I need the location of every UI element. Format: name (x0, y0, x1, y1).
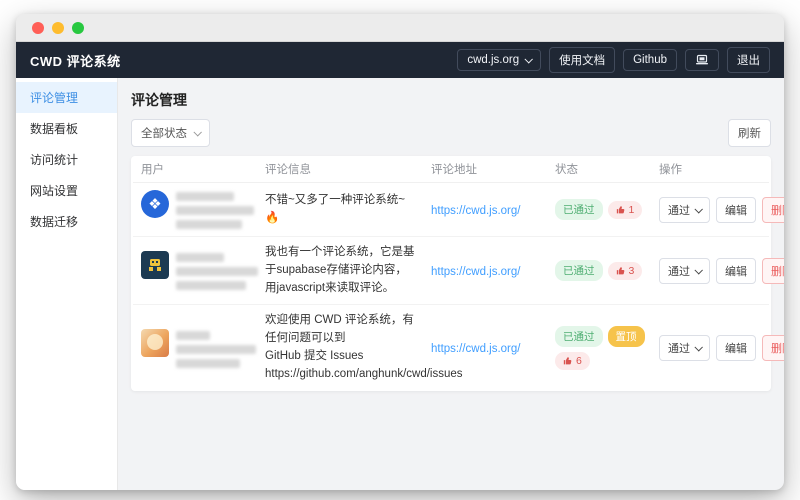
table-row: 我也有一个评论系统，它是基于supabase存储评论内容，用javascript… (133, 237, 784, 306)
close-window-button[interactable] (32, 21, 44, 34)
sidebar: 评论管理 数据看板 访问统计 网站设置 数据迁移 (16, 78, 118, 490)
status-cell: 已通过 置顶 6 (555, 326, 659, 371)
status-cell: 已通过 3 (555, 260, 659, 282)
avatar: ❖ (141, 190, 169, 218)
desktop: CWD 评论系统 cwd.js.org 使用文档 Github 退出 评论管理 … (0, 0, 800, 500)
chevron-down-icon (694, 204, 703, 214)
window-titlebar (16, 14, 784, 42)
likes-badge: 1 (607, 200, 643, 219)
user-cell (141, 251, 265, 291)
row-status-select[interactable]: 通过 (659, 335, 710, 362)
top-navbar: CWD 评论系统 cwd.js.org 使用文档 Github 退出 (16, 42, 784, 78)
sidebar-item-data-migration[interactable]: 数据迁移 (16, 206, 117, 237)
chevron-down-icon (524, 55, 534, 64)
table-row: 欢迎使用 CWD 评论系统，有任何问题可以到 GitHub 提交 Issues … (133, 305, 784, 390)
redacted-user-info (176, 251, 258, 291)
action-cell: 通过 编辑 删除 (659, 257, 784, 284)
likes-count: 1 (628, 203, 635, 216)
action-cell: 通过 编辑 删除 (659, 196, 784, 223)
column-header-actions: 操作 (659, 164, 682, 176)
laptop-icon (696, 54, 708, 65)
user-cell: ❖ (141, 190, 265, 229)
chevron-down-icon (694, 343, 703, 352)
redacted-user-info (176, 329, 256, 368)
avatar (141, 328, 169, 357)
thumbs-up-icon (616, 266, 624, 275)
robot-avatar-icon (149, 259, 161, 272)
likes-badge: 3 (607, 261, 643, 280)
edit-button[interactable]: 编辑 (716, 196, 756, 223)
comment-text: 欢迎使用 CWD 评论系统，有任何问题可以到 GitHub 提交 Issues … (265, 314, 463, 380)
table-header-row: 用户 评论信息 评论地址 状态 操作 (133, 156, 769, 183)
comment-text: 不错~又多了一种评论系统~ 🔥 (265, 193, 405, 224)
column-header-user: 用户 (141, 164, 164, 176)
refresh-button[interactable]: 刷新 (728, 119, 771, 147)
comment-url-link[interactable]: https://cwd.js.org/ (431, 266, 520, 278)
delete-button[interactable]: 删除 (762, 335, 784, 362)
comment-url-link[interactable]: https://cwd.js.org/ (431, 343, 520, 355)
likes-badge: 6 (555, 352, 590, 371)
navbar-actions: cwd.js.org 使用文档 Github 退出 (457, 47, 770, 73)
sidebar-item-dashboard[interactable]: 数据看板 (16, 113, 117, 144)
logout-button[interactable]: 退出 (727, 47, 770, 73)
comment-text: 我也有一个评论系统，它是基于supabase存储评论内容，用javascript… (265, 246, 415, 294)
edit-button[interactable]: 编辑 (716, 257, 756, 284)
chevron-down-icon (694, 265, 703, 275)
avatar (141, 251, 169, 280)
window-content: 评论管理 数据看板 访问统计 网站设置 数据迁移 评论管理 全部状态 刷新 用户… (16, 78, 784, 490)
likes-count: 3 (628, 264, 635, 277)
filter-bar: 全部状态 刷新 (131, 119, 771, 147)
status-filter-value: 全部状态 (141, 128, 187, 140)
column-header-comment: 评论信息 (265, 164, 311, 176)
action-cell: 通过 编辑 删除 (659, 335, 784, 362)
site-select[interactable]: cwd.js.org (457, 49, 542, 71)
status-cell: 已通过 1 (555, 199, 659, 220)
row-status-select[interactable]: 通过 (659, 257, 710, 284)
pinned-badge: 置顶 (607, 326, 645, 348)
edit-button[interactable]: 编辑 (716, 335, 756, 362)
column-header-url: 评论地址 (431, 164, 477, 176)
likes-count: 6 (576, 355, 582, 368)
minimize-window-button[interactable] (52, 21, 64, 34)
status-badge: 已通过 (555, 326, 603, 348)
sidebar-item-site-settings[interactable]: 网站设置 (16, 175, 117, 206)
github-button[interactable]: Github (623, 49, 677, 71)
chevron-down-icon (193, 128, 202, 137)
comments-table: 用户 评论信息 评论地址 状态 操作 ❖ 不错~又多了一种评论系统~ 🔥 htt… (131, 156, 784, 391)
sidebar-item-comment-management[interactable]: 评论管理 (16, 82, 117, 113)
main-panel: 评论管理 全部状态 刷新 用户 评论信息 评论地址 状态 操作 ❖ 不错~又多了… (118, 78, 784, 490)
status-badge: 已通过 (555, 260, 603, 282)
user-cell (141, 328, 265, 368)
app-window: CWD 评论系统 cwd.js.org 使用文档 Github 退出 评论管理 … (16, 14, 784, 490)
docs-button[interactable]: 使用文档 (549, 47, 616, 73)
site-select-value: cwd.js.org (467, 54, 520, 66)
zoom-window-button[interactable] (72, 21, 84, 34)
column-header-status: 状态 (555, 164, 578, 176)
table-row: ❖ 不错~又多了一种评论系统~ 🔥 https://cwd.js.org/ 已通… (133, 183, 784, 237)
comment-url-link[interactable]: https://cwd.js.org/ (431, 205, 520, 217)
page-title: 评论管理 (131, 92, 187, 108)
app-title: CWD 评论系统 (30, 53, 121, 69)
device-theme-button[interactable] (685, 49, 719, 71)
sidebar-item-visit-stats[interactable]: 访问统计 (16, 144, 117, 175)
thumbs-up-icon (563, 357, 572, 365)
row-status-select[interactable]: 通过 (659, 196, 710, 223)
thumbs-up-icon (616, 205, 624, 213)
status-badge: 已通过 (555, 199, 603, 220)
status-filter-select[interactable]: 全部状态 (131, 119, 210, 147)
redacted-user-info (176, 190, 254, 229)
delete-button[interactable]: 删除 (762, 257, 784, 284)
delete-button[interactable]: 删除 (762, 196, 784, 223)
fire-emoji: 🔥 (265, 211, 280, 224)
